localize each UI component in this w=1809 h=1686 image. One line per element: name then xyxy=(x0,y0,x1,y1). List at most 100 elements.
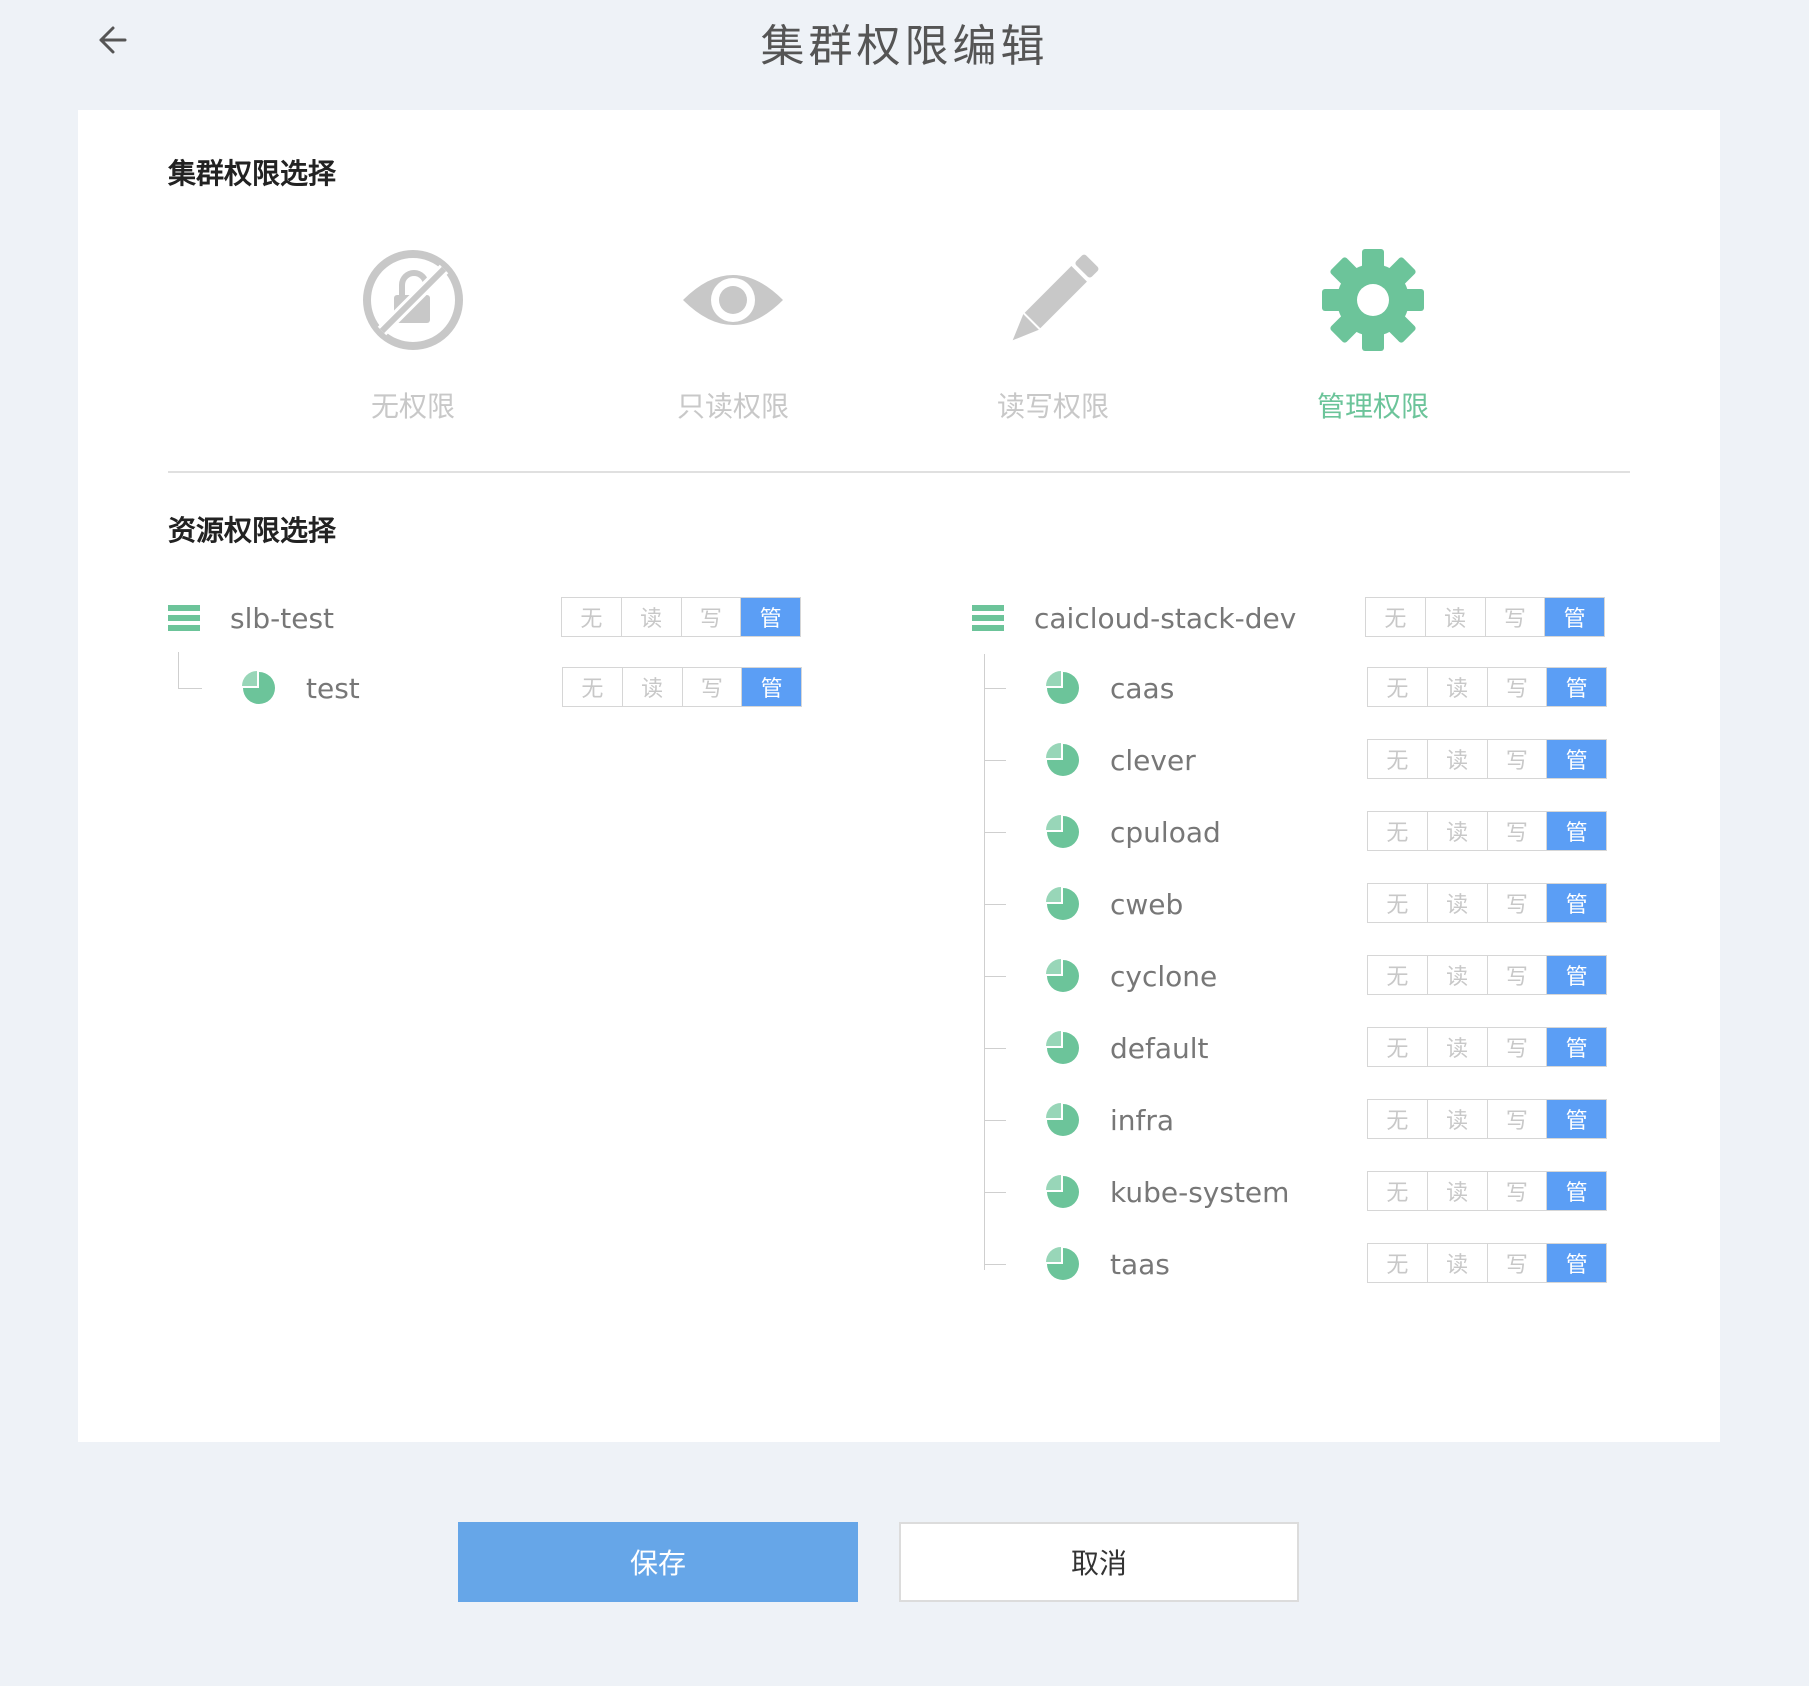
perm-seg-none[interactable]: 无 xyxy=(1368,668,1428,706)
namespace-pie-icon xyxy=(1046,887,1079,920)
perm-segment: 无读写管 xyxy=(561,597,801,637)
perm-seg-read[interactable]: 读 xyxy=(1427,956,1488,994)
perm-option-none[interactable]: 无权限 xyxy=(313,245,513,425)
perm-seg-none[interactable]: 无 xyxy=(562,598,622,636)
perm-segment: 无读写管 xyxy=(1367,1171,1607,1211)
perm-seg-admin[interactable]: 管 xyxy=(1547,812,1606,850)
perm-segment: 无读写管 xyxy=(1367,955,1607,995)
namespace-pie-icon xyxy=(242,671,275,704)
perm-seg-write[interactable]: 写 xyxy=(1485,598,1546,636)
tree-line xyxy=(984,1264,1006,1265)
tree-line xyxy=(984,654,985,1270)
save-button[interactable]: 保存 xyxy=(458,1522,858,1602)
perm-seg-read[interactable]: 读 xyxy=(1427,1244,1488,1282)
perm-seg-read[interactable]: 读 xyxy=(622,668,683,706)
perm-seg-admin[interactable]: 管 xyxy=(742,668,801,706)
tree-line xyxy=(984,832,1006,833)
cancel-button[interactable]: 取消 xyxy=(899,1522,1299,1602)
namespace-pie-icon xyxy=(1046,671,1079,704)
perm-seg-admin[interactable]: 管 xyxy=(741,598,800,636)
group-name: slb-test xyxy=(230,601,335,635)
perm-seg-none[interactable]: 无 xyxy=(1368,1028,1428,1066)
tree-row-clever: clever xyxy=(1046,740,1196,780)
perm-seg-write[interactable]: 写 xyxy=(1487,668,1548,706)
perm-seg-none[interactable]: 无 xyxy=(1368,884,1428,922)
namespace-pie-icon xyxy=(1046,959,1079,992)
perm-seg-read[interactable]: 读 xyxy=(1427,668,1488,706)
namespace-name: cyclone xyxy=(1110,959,1218,993)
namespace-name: taas xyxy=(1110,1247,1170,1281)
permission-card: 集群权限选择 无权限 只读权限 读写权限 管理权限 资源权限选择 slb-tes… xyxy=(78,110,1720,1442)
perm-segment: 无读写管 xyxy=(1367,883,1607,923)
section-divider xyxy=(168,471,1630,473)
perm-seg-none[interactable]: 无 xyxy=(1368,1172,1428,1210)
tree-row-kube-system: kube-system xyxy=(1046,1172,1289,1212)
group-row-slb-test: slb-test xyxy=(168,598,334,638)
perm-seg-write[interactable]: 写 xyxy=(1487,956,1548,994)
perm-seg-read[interactable]: 读 xyxy=(621,598,682,636)
perm-seg-write[interactable]: 写 xyxy=(1487,884,1548,922)
perm-seg-write[interactable]: 写 xyxy=(1487,812,1548,850)
perm-seg-none[interactable]: 无 xyxy=(1368,812,1428,850)
perm-seg-write[interactable]: 写 xyxy=(682,668,743,706)
tree-line xyxy=(984,904,1006,905)
tree-line xyxy=(178,688,202,689)
perm-seg-read[interactable]: 读 xyxy=(1427,1172,1488,1210)
perm-segment: 无读写管 xyxy=(1367,1099,1607,1139)
tree-line xyxy=(984,976,1006,977)
perm-seg-read[interactable]: 读 xyxy=(1425,598,1486,636)
tree-line xyxy=(984,1048,1006,1049)
perm-seg-admin[interactable]: 管 xyxy=(1547,668,1606,706)
tree-row-infra: infra xyxy=(1046,1100,1174,1140)
perm-option-readonly[interactable]: 只读权限 xyxy=(633,245,833,425)
tree-row-cyclone: cyclone xyxy=(1046,956,1217,996)
namespace-pie-icon xyxy=(1046,743,1079,776)
perm-seg-admin[interactable]: 管 xyxy=(1547,1100,1606,1138)
perm-seg-none[interactable]: 无 xyxy=(563,668,623,706)
page-title: 集群权限编辑 xyxy=(760,21,1049,72)
perm-seg-read[interactable]: 读 xyxy=(1427,740,1488,778)
perm-segment: 无读写管 xyxy=(1367,667,1607,707)
perm-seg-write[interactable]: 写 xyxy=(1487,740,1548,778)
gear-icon xyxy=(1322,249,1424,351)
resource-section-title: 资源权限选择 xyxy=(168,514,337,547)
perm-seg-write[interactable]: 写 xyxy=(1487,1028,1548,1066)
tree-line xyxy=(178,652,179,688)
perm-seg-admin[interactable]: 管 xyxy=(1547,1244,1606,1282)
perm-seg-admin[interactable]: 管 xyxy=(1545,598,1604,636)
perm-seg-none[interactable]: 无 xyxy=(1368,740,1428,778)
server-icon xyxy=(168,605,200,631)
namespace-name: cpuload xyxy=(1110,815,1221,849)
eye-icon xyxy=(683,275,783,325)
perm-seg-read[interactable]: 读 xyxy=(1427,884,1488,922)
cluster-section-title: 集群权限选择 xyxy=(168,157,337,190)
perm-seg-none[interactable]: 无 xyxy=(1368,956,1428,994)
perm-seg-admin[interactable]: 管 xyxy=(1547,740,1606,778)
tree-row-cweb: cweb xyxy=(1046,884,1183,924)
perm-seg-read[interactable]: 读 xyxy=(1427,1028,1488,1066)
no-permission-icon xyxy=(363,250,463,350)
perm-seg-admin[interactable]: 管 xyxy=(1547,884,1606,922)
perm-seg-none[interactable]: 无 xyxy=(1368,1100,1428,1138)
namespace-name: clever xyxy=(1110,743,1196,777)
perm-segment: 无读写管 xyxy=(1367,811,1607,851)
perm-seg-none[interactable]: 无 xyxy=(1368,1244,1428,1282)
perm-segment: 无读写管 xyxy=(1367,1027,1607,1067)
namespace-pie-icon xyxy=(1046,815,1079,848)
tree-row-cpuload: cpuload xyxy=(1046,812,1221,852)
perm-seg-write[interactable]: 写 xyxy=(681,598,742,636)
perm-seg-none[interactable]: 无 xyxy=(1366,598,1426,636)
tree-line xyxy=(984,760,1006,761)
perm-seg-write[interactable]: 写 xyxy=(1487,1172,1548,1210)
perm-seg-admin[interactable]: 管 xyxy=(1547,956,1606,994)
namespace-name: kube-system xyxy=(1110,1175,1290,1209)
perm-seg-admin[interactable]: 管 xyxy=(1547,1172,1606,1210)
perm-seg-read[interactable]: 读 xyxy=(1427,1100,1488,1138)
perm-option-admin[interactable]: 管理权限 xyxy=(1273,245,1473,425)
perm-option-readwrite[interactable]: 读写权限 xyxy=(953,245,1153,425)
perm-seg-read[interactable]: 读 xyxy=(1427,812,1488,850)
perm-seg-write[interactable]: 写 xyxy=(1487,1100,1548,1138)
group-row-caicloud-stack-dev: caicloud-stack-dev xyxy=(972,598,1296,638)
perm-seg-write[interactable]: 写 xyxy=(1487,1244,1548,1282)
perm-seg-admin[interactable]: 管 xyxy=(1547,1028,1606,1066)
